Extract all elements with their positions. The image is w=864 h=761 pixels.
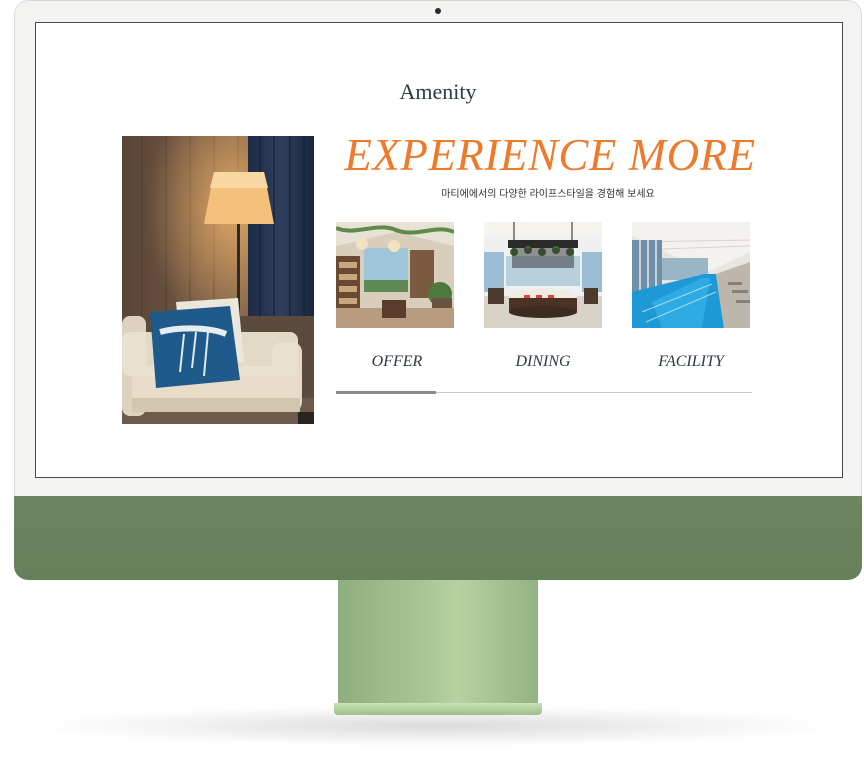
- offer-card-image[interactable]: [336, 222, 454, 328]
- website-screen: Amenity EXPERIENCE MORE 마티에에서의 다양한 라이프스타…: [35, 22, 843, 478]
- section-title: Amenity: [399, 79, 477, 104]
- monitor-stand-base: [334, 703, 542, 715]
- monitor-chin: [14, 496, 862, 580]
- tab-facility[interactable]: FACILITY: [632, 353, 750, 371]
- monitor: Amenity EXPERIENCE MORE 마티에에서의 다양한 라이프스타…: [14, 0, 862, 580]
- subtitle: 마티에에서의 다양한 라이프스타일을 경험해 보세요: [441, 189, 655, 200]
- dining-card-image[interactable]: [484, 222, 602, 328]
- monitor-bezel: Amenity EXPERIENCE MORE 마티에에서의 다양한 라이프스타…: [14, 0, 862, 496]
- amenity-main-photo: [122, 136, 314, 424]
- tab-dining[interactable]: DINING: [484, 353, 602, 371]
- facility-card-image[interactable]: [632, 222, 750, 328]
- slider-progress-indicator: [336, 391, 436, 394]
- monitor-stand: [338, 580, 538, 704]
- headline: EXPERIENCE MORE: [344, 130, 756, 180]
- tab-offer[interactable]: OFFER: [338, 353, 456, 371]
- camera-icon: [435, 8, 441, 14]
